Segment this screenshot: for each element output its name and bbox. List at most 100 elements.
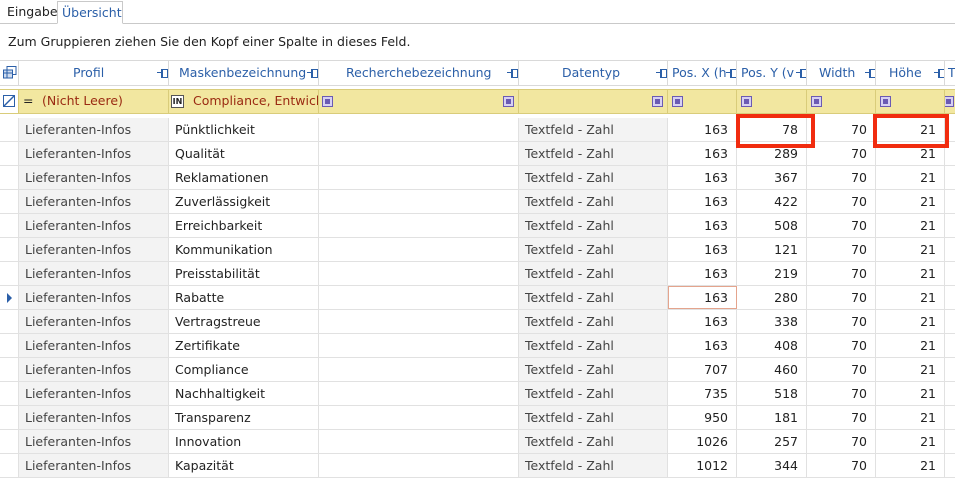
cell-recherchebezeichnung[interactable]	[319, 238, 519, 261]
cell-recherchebezeichnung[interactable]	[319, 166, 519, 189]
clear-filter-icon[interactable]	[3, 95, 15, 107]
filter-hoehe[interactable]	[876, 90, 945, 113]
cell-pos-y[interactable]: 280	[737, 286, 807, 309]
table-row[interactable]: Lieferanten-Infos Zuverlässigkeit Textfeld…	[0, 190, 955, 214]
row-indicator-cell[interactable]	[0, 430, 19, 453]
cell-hoehe[interactable]: 21	[876, 262, 945, 285]
cell-recherchebezeichnung[interactable]	[319, 454, 519, 477]
row-indicator-cell[interactable]	[0, 166, 19, 189]
cell-recherchebezeichnung[interactable]	[319, 286, 519, 309]
cell-width[interactable]: 70	[807, 118, 876, 141]
cell-width[interactable]: 70	[807, 358, 876, 381]
cell-t[interactable]	[945, 406, 955, 429]
cell-profil[interactable]: Lieferanten-Infos	[19, 142, 169, 165]
cell-width[interactable]: 70	[807, 430, 876, 453]
cell-recherchebezeichnung[interactable]	[319, 214, 519, 237]
cell-width[interactable]: 70	[807, 238, 876, 261]
cell-pos-x[interactable]: 163	[668, 238, 737, 261]
cell-datentyp[interactable]: Textfeld - Zahl	[519, 166, 668, 189]
cell-datentyp[interactable]: Textfeld - Zahl	[519, 406, 668, 429]
cell-pos-x[interactable]: 950	[668, 406, 737, 429]
cell-width[interactable]: 70	[807, 406, 876, 429]
cell-maskenbezeichnung[interactable]: Transparenz	[169, 406, 319, 429]
cell-recherchebezeichnung[interactable]	[319, 118, 519, 141]
filter-button-icon[interactable]	[672, 96, 683, 107]
table-row[interactable]: Lieferanten-Infos Qualität Textfeld - Zahl…	[0, 142, 955, 166]
row-indicator-cell[interactable]	[0, 238, 19, 261]
header-width[interactable]: Width	[807, 61, 876, 86]
group-by-panel[interactable]: Zum Gruppieren ziehen Sie den Kopf einer…	[0, 25, 955, 60]
column-chooser-icon[interactable]	[3, 66, 17, 79]
filter-pos-y[interactable]	[737, 90, 807, 113]
row-indicator-cell[interactable]	[0, 142, 19, 165]
cell-t[interactable]	[945, 262, 955, 285]
cell-hoehe[interactable]: 21	[876, 118, 945, 141]
cell-t[interactable]	[945, 310, 955, 333]
row-indicator-cell[interactable]	[0, 334, 19, 357]
cell-width[interactable]: 70	[807, 142, 876, 165]
cell-width[interactable]: 70	[807, 190, 876, 213]
table-row[interactable]: Lieferanten-Infos Kapazität Textfeld - Zah…	[0, 454, 955, 478]
row-indicator-cell[interactable]	[0, 262, 19, 285]
row-indicator-cell[interactable]	[0, 286, 19, 309]
header-profil[interactable]: Profil	[19, 61, 169, 86]
cell-hoehe[interactable]: 21	[876, 310, 945, 333]
cell-recherchebezeichnung[interactable]	[319, 430, 519, 453]
cell-recherchebezeichnung[interactable]	[319, 262, 519, 285]
cell-datentyp[interactable]: Textfeld - Zahl	[519, 262, 668, 285]
filter-maskenbezeichnung[interactable]: IN Compliance, Entwickl	[169, 90, 319, 113]
cell-profil[interactable]: Lieferanten-Infos	[19, 262, 169, 285]
tab-uebersicht[interactable]: Übersicht	[57, 1, 123, 24]
cell-pos-y[interactable]: 422	[737, 190, 807, 213]
table-row[interactable]: Lieferanten-Infos Transparenz Textfeld - Z…	[0, 406, 955, 430]
tab-eingabe[interactable]: Eingabe	[3, 1, 62, 24]
row-indicator-cell[interactable]	[0, 118, 19, 141]
table-row[interactable]: Lieferanten-Infos Vertragstreue Textfeld -…	[0, 310, 955, 334]
cell-pos-y[interactable]: 78	[737, 118, 807, 141]
cell-width[interactable]: 70	[807, 310, 876, 333]
pin-icon[interactable]	[726, 69, 736, 78]
row-indicator-cell[interactable]	[0, 382, 19, 405]
cell-maskenbezeichnung[interactable]: Qualität	[169, 142, 319, 165]
cell-hoehe[interactable]: 21	[876, 454, 945, 477]
cell-pos-x[interactable]: 163	[668, 286, 737, 309]
filter-button-icon[interactable]	[741, 96, 752, 107]
cell-maskenbezeichnung[interactable]: Nachhaltigkeit	[169, 382, 319, 405]
cell-width[interactable]: 70	[807, 334, 876, 357]
cell-pos-y[interactable]: 367	[737, 166, 807, 189]
cell-pos-x[interactable]: 1026	[668, 430, 737, 453]
header-maskenbezeichnung[interactable]: Maskenbezeichnung	[169, 61, 319, 86]
cell-hoehe[interactable]: 21	[876, 214, 945, 237]
cell-profil[interactable]: Lieferanten-Infos	[19, 118, 169, 141]
cell-pos-x[interactable]: 163	[668, 118, 737, 141]
table-row[interactable]: Lieferanten-Infos Zertifikate Textfeld - Z…	[0, 334, 955, 358]
cell-hoehe[interactable]: 21	[876, 382, 945, 405]
cell-t[interactable]	[945, 166, 955, 189]
table-row[interactable]: Lieferanten-Infos Erreichbarkeit Textfeld …	[0, 214, 955, 238]
cell-maskenbezeichnung[interactable]: Vertragstreue	[169, 310, 319, 333]
pin-icon[interactable]	[934, 69, 944, 78]
cell-pos-y[interactable]: 508	[737, 214, 807, 237]
cell-pos-y[interactable]: 121	[737, 238, 807, 261]
row-indicator-cell[interactable]	[0, 454, 19, 477]
filter-profil[interactable]: = (Nicht Leere)	[19, 90, 169, 113]
cell-pos-x[interactable]: 707	[668, 358, 737, 381]
pin-icon[interactable]	[865, 69, 875, 78]
cell-profil[interactable]: Lieferanten-Infos	[19, 190, 169, 213]
cell-width[interactable]: 70	[807, 454, 876, 477]
cell-datentyp[interactable]: Textfeld - Zahl	[519, 310, 668, 333]
row-indicator-cell[interactable]	[0, 190, 19, 213]
cell-hoehe[interactable]: 21	[876, 430, 945, 453]
row-indicator-cell[interactable]	[0, 358, 19, 381]
clear-filter-cell[interactable]	[0, 90, 19, 113]
table-row[interactable]: Lieferanten-Infos Nachhaltigkeit Textfeld …	[0, 382, 955, 406]
row-indicator-cell[interactable]	[0, 310, 19, 333]
table-row[interactable]: Lieferanten-Infos Preisstabilität Textfeld…	[0, 262, 955, 286]
header-pos-x[interactable]: Pos. X (h	[668, 61, 737, 86]
cell-hoehe[interactable]: 21	[876, 358, 945, 381]
table-row[interactable]: Lieferanten-Infos Reklamationen Textfeld -…	[0, 166, 955, 190]
cell-t[interactable]	[945, 430, 955, 453]
cell-pos-y[interactable]: 344	[737, 454, 807, 477]
cell-maskenbezeichnung[interactable]: Preisstabilität	[169, 262, 319, 285]
cell-pos-y[interactable]: 338	[737, 310, 807, 333]
